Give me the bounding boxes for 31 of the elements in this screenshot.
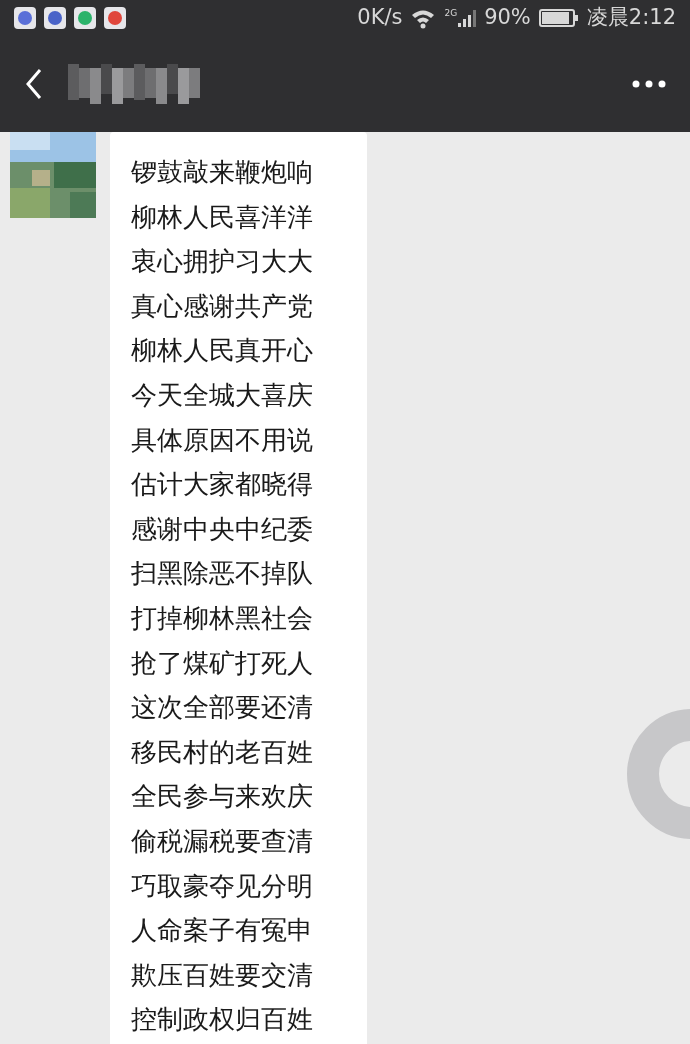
app-icon[interactable]	[74, 7, 96, 29]
message-text: 今天全城大喜庆	[131, 378, 313, 412]
message-text: 具体原因不用说	[131, 423, 313, 457]
app-icon[interactable]	[14, 7, 36, 29]
message-text: 估计大家都晓得	[131, 468, 313, 502]
message-text: 移民村的老百姓	[131, 735, 313, 769]
net-speed: 0K/s	[357, 4, 403, 32]
battery-icon	[538, 9, 579, 27]
signal-indicator: 2G	[444, 9, 477, 27]
message-text: 衷心拥护习大大	[131, 245, 313, 279]
message-text: 真心感谢共产党	[131, 289, 313, 323]
app-icon[interactable]	[44, 7, 66, 29]
clock-time: 凌晨2:12	[586, 4, 676, 32]
message-text: 柳林人民喜洋洋	[131, 200, 313, 234]
message-text: 人命案子有冤申	[131, 914, 313, 948]
battery-percent: 90%	[484, 4, 531, 32]
message-text: 这次全部要还清	[131, 691, 313, 725]
message-text: 锣鼓敲来鞭炮响	[131, 156, 313, 189]
message-text: 巧取豪夺见分明	[131, 869, 313, 903]
message-text: 扫黑除恶不掉队	[131, 557, 313, 591]
message-text: 感谢中央中纪委	[131, 512, 313, 546]
message-text: 打掉柳林黑社会	[131, 601, 313, 635]
message-text: 控制政权归百姓	[131, 1003, 313, 1037]
back-icon[interactable]	[24, 67, 44, 101]
message-text: 全民参与来欢庆	[131, 780, 313, 814]
message-text: 抢了煤矿打死人	[131, 646, 313, 680]
message-text: 柳林人民真开心	[131, 334, 313, 368]
more-icon[interactable]	[632, 80, 666, 88]
message-text: 欺压百姓要交清	[131, 958, 313, 992]
message-text: 偷税漏税要查清	[131, 824, 313, 858]
app-icon[interactable]	[104, 7, 126, 29]
